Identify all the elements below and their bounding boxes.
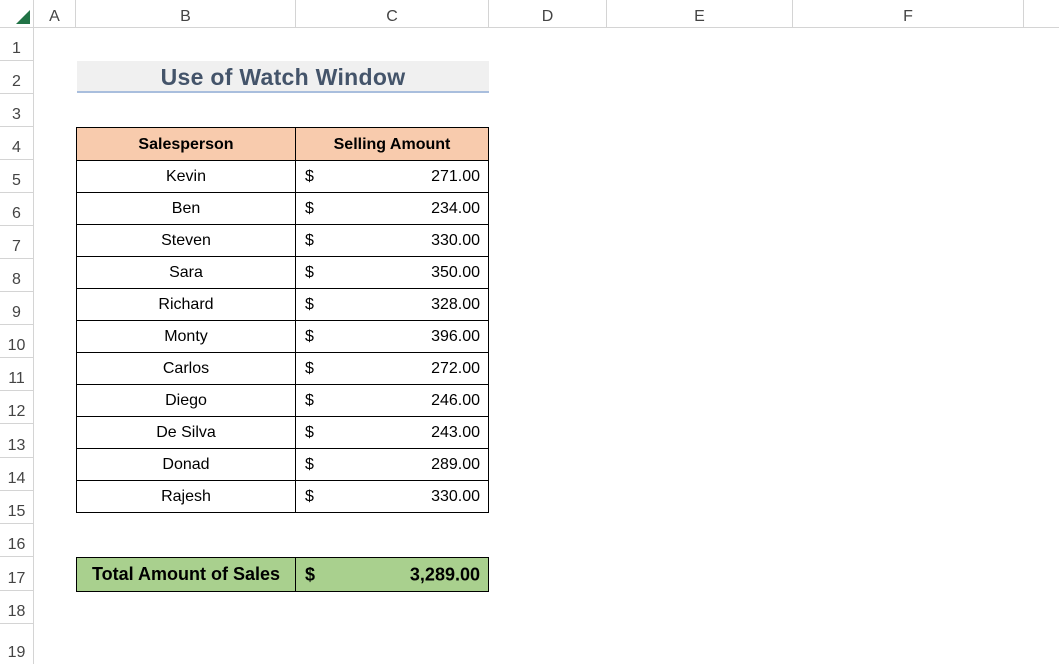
row-header-11[interactable]: 11: [0, 358, 34, 391]
salesperson-cell[interactable]: Donad: [76, 448, 296, 481]
table-header-row: Salesperson Selling Amount: [76, 127, 489, 161]
amount-value: 330.00: [431, 487, 480, 505]
table-row: Richard $328.00: [76, 288, 489, 321]
salesperson-cell[interactable]: Ben: [76, 192, 296, 225]
row-header-17[interactable]: 17: [0, 557, 34, 591]
currency-symbol: $: [305, 263, 314, 281]
select-all-triangle-icon: [16, 10, 30, 24]
table-row: Carlos $272.00: [76, 352, 489, 385]
table-row: Donad $289.00: [76, 448, 489, 481]
table-row: Ben $234.00: [76, 192, 489, 225]
amount-value: 243.00: [431, 423, 480, 441]
amount-cell[interactable]: $328.00: [295, 288, 489, 321]
amount-value: 271.00: [431, 167, 480, 185]
salesperson-cell[interactable]: Steven: [76, 224, 296, 257]
currency-symbol: $: [305, 199, 314, 217]
row-header-9[interactable]: 9: [0, 292, 34, 325]
amount-value: 328.00: [431, 295, 480, 313]
row-header-2[interactable]: 2: [0, 61, 34, 94]
row-header-1[interactable]: 1: [0, 28, 34, 61]
row-header-10[interactable]: 10: [0, 325, 34, 358]
currency-symbol: $: [305, 423, 314, 441]
column-header-f[interactable]: F: [793, 0, 1024, 28]
row-header-6[interactable]: 6: [0, 193, 34, 226]
column-header-d[interactable]: D: [489, 0, 607, 28]
salesperson-cell[interactable]: Sara: [76, 256, 296, 289]
table-row: Steven $330.00: [76, 224, 489, 257]
column-header-b[interactable]: B: [76, 0, 296, 28]
amount-cell[interactable]: $330.00: [295, 480, 489, 513]
total-currency-symbol: $: [305, 564, 316, 584]
row-header-19[interactable]: 19: [0, 624, 34, 664]
amount-value: 272.00: [431, 359, 480, 377]
currency-symbol: $: [305, 359, 314, 377]
amount-value: 396.00: [431, 327, 480, 345]
column-header-g[interactable]: [1024, 0, 1059, 28]
row-header-12[interactable]: 12: [0, 391, 34, 424]
selling-amount-header[interactable]: Selling Amount: [295, 127, 489, 161]
row-header-13[interactable]: 13: [0, 424, 34, 458]
row-header-8[interactable]: 8: [0, 259, 34, 292]
salesperson-cell[interactable]: Monty: [76, 320, 296, 353]
currency-symbol: $: [305, 391, 314, 409]
total-amount-cell[interactable]: $3,289.00: [295, 557, 489, 592]
amount-cell[interactable]: $350.00: [295, 256, 489, 289]
total-row: Total Amount of Sales $3,289.00: [76, 557, 489, 592]
amount-value: 350.00: [431, 263, 480, 281]
amount-cell[interactable]: $272.00: [295, 352, 489, 385]
salesperson-cell[interactable]: Carlos: [76, 352, 296, 385]
row-header-16[interactable]: 16: [0, 524, 34, 557]
amount-cell[interactable]: $243.00: [295, 416, 489, 449]
table-row: De Silva $243.00: [76, 416, 489, 449]
amount-cell[interactable]: $289.00: [295, 448, 489, 481]
sheet-title[interactable]: Use of Watch Window: [77, 61, 489, 93]
table-row: Rajesh $330.00: [76, 480, 489, 513]
table-row: Diego $246.00: [76, 384, 489, 417]
column-header-e[interactable]: E: [607, 0, 793, 28]
amount-cell[interactable]: $271.00: [295, 160, 489, 193]
row-header-5[interactable]: 5: [0, 160, 34, 193]
currency-symbol: $: [305, 327, 314, 345]
column-header-a[interactable]: A: [34, 0, 76, 28]
total-label-cell[interactable]: Total Amount of Sales: [76, 557, 296, 592]
total-table: Total Amount of Sales $3,289.00: [76, 557, 489, 592]
table-row: Kevin $271.00: [76, 160, 489, 193]
row-header-4[interactable]: 4: [0, 127, 34, 160]
currency-symbol: $: [305, 455, 314, 473]
amount-cell[interactable]: $330.00: [295, 224, 489, 257]
currency-symbol: $: [305, 231, 314, 249]
amount-cell[interactable]: $396.00: [295, 320, 489, 353]
amount-value: 234.00: [431, 199, 480, 217]
amount-cell[interactable]: $234.00: [295, 192, 489, 225]
amount-value: 330.00: [431, 231, 480, 249]
salesperson-header[interactable]: Salesperson: [76, 127, 296, 161]
salesperson-cell[interactable]: Rajesh: [76, 480, 296, 513]
table-row: Monty $396.00: [76, 320, 489, 353]
amount-cell[interactable]: $246.00: [295, 384, 489, 417]
sales-table: Salesperson Selling Amount Kevin $271.00…: [76, 127, 489, 513]
salesperson-cell[interactable]: Richard: [76, 288, 296, 321]
currency-symbol: $: [305, 167, 314, 185]
row-header-18[interactable]: 18: [0, 591, 34, 624]
currency-symbol: $: [305, 487, 314, 505]
salesperson-cell[interactable]: Diego: [76, 384, 296, 417]
salesperson-cell[interactable]: De Silva: [76, 416, 296, 449]
amount-value: 289.00: [431, 455, 480, 473]
table-row: Sara $350.00: [76, 256, 489, 289]
salesperson-cell[interactable]: Kevin: [76, 160, 296, 193]
currency-symbol: $: [305, 295, 314, 313]
row-header-7[interactable]: 7: [0, 226, 34, 259]
column-header-c[interactable]: C: [296, 0, 489, 28]
row-header-14[interactable]: 14: [0, 458, 34, 491]
select-all-button[interactable]: [0, 0, 34, 28]
row-header-3[interactable]: 3: [0, 94, 34, 127]
row-header-15[interactable]: 15: [0, 491, 34, 524]
total-amount-value: 3,289.00: [409, 564, 480, 584]
amount-value: 246.00: [431, 391, 480, 409]
